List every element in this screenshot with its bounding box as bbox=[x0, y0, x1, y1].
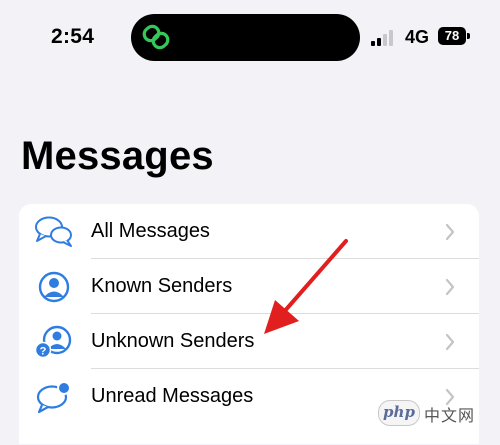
annotation-arrow bbox=[264, 239, 348, 334]
status-time: 2:54 bbox=[51, 25, 95, 48]
dynamic-island[interactable] bbox=[131, 14, 360, 61]
watermark: php 中文网 bbox=[378, 400, 490, 426]
filter-label: Unknown Senders bbox=[91, 330, 255, 352]
watermark-badge: php bbox=[378, 400, 420, 426]
network-type: 4G bbox=[405, 27, 430, 47]
filter-label: All Messages bbox=[91, 220, 210, 242]
chat-bubbles-icon bbox=[35, 216, 72, 247]
bubble-dot-icon bbox=[36, 381, 71, 414]
battery-cap bbox=[467, 33, 470, 39]
battery-icon: 78 bbox=[438, 27, 466, 45]
watermark-text: 中文网 bbox=[424, 408, 476, 425]
filter-label: Unread Messages bbox=[91, 385, 254, 407]
chevron-right-icon bbox=[445, 223, 455, 241]
link-icon bbox=[142, 24, 170, 50]
page-title: Messages bbox=[21, 134, 214, 178]
chevron-right-icon bbox=[445, 333, 455, 351]
cellular-signal-icon bbox=[371, 30, 393, 46]
chevron-right-icon bbox=[445, 278, 455, 296]
person-circle-icon bbox=[38, 271, 70, 303]
filter-row-known-senders[interactable]: Known Senders bbox=[19, 259, 479, 314]
person-question-icon: ? bbox=[34, 325, 72, 359]
filter-row-all-messages[interactable]: All Messages bbox=[19, 204, 479, 259]
status-bar: 2:54 4G 78 bbox=[0, 0, 500, 72]
svg-text:?: ? bbox=[40, 346, 47, 358]
filter-label: Known Senders bbox=[91, 275, 233, 297]
filter-row-unknown-senders[interactable]: ? Unknown Senders bbox=[19, 314, 479, 369]
